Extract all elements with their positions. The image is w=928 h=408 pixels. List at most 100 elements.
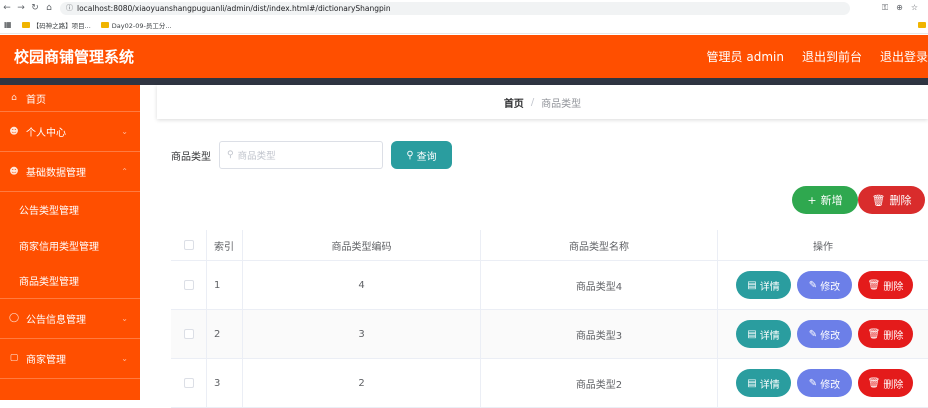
bookmark-item[interactable]: 【码神之路】项目... [21,20,91,30]
detail-icon: ▤ [747,279,757,291]
edit-button[interactable]: ✎ 修改 [797,271,852,299]
query-button-label: 查询 [416,151,437,163]
row-checkbox[interactable] [183,280,194,290]
delete-button-label: 删除 [889,194,912,207]
bookmark-favicon-icon [21,21,30,28]
search-icon: ⚲ [406,149,414,161]
delete-button[interactable]: 🗑 删除 [858,271,913,299]
edit-icon: ✎ [808,279,818,291]
sidebar-item-merchant[interactable]: ▢ 商家管理 ⌄ [0,339,140,379]
sidebar-item-label: 商家信用类型管理 [19,241,99,253]
trash-icon: 🗑 [867,377,881,389]
row-checkbox[interactable] [183,329,194,339]
add-button-label: 新增 [820,194,843,207]
sidebar-item-label: 商家管理 [26,354,66,366]
detail-label: 详情 [759,281,780,293]
product-type-table: 索引 商品类型编码 商品类型名称 操作 1 4 商品类型4 ▤ 详情 ✎ 修改 🗑 删… [171,230,928,408]
row-name: 商品类型3 [481,310,718,358]
table-row: 2 3 商品类型3 ▤ 详情 ✎ 修改 🗑 删除 [171,310,928,359]
sidebar-item-label: 基础数据管理 [26,168,86,179]
delete-button[interactable]: 🗑 删除 [858,369,913,397]
column-header: 索引 [207,230,243,260]
info-icon[interactable]: ⓘ [66,3,73,13]
chevron-down-icon: ⌄ [121,353,128,363]
row-code: 4 [243,261,481,309]
folder-icon[interactable] [918,21,926,28]
exit-to-front-link[interactable]: 退出到前台 [802,48,862,65]
app-header: 校园商铺管理系统 管理员 admin 退出到前台 退出登录 [0,35,928,78]
bookmark-item[interactable]: Day02-09-员工分... [100,20,172,30]
row-code: 3 [243,310,481,358]
column-header: 商品类型编码 [243,230,481,260]
sidebar-item-notice-info[interactable]: ◯ 公告信息管理 ⌄ [0,299,140,339]
edit-button[interactable]: ✎ 修改 [797,320,852,348]
sidebar-item-personal-center[interactable]: ☻ 个人中心 ⌄ [0,112,140,152]
delete-button[interactable]: 🗑 删除 [858,320,913,348]
back-icon[interactable]: ← [0,3,14,13]
batch-delete-button[interactable]: 🗑 删除 [858,186,925,214]
search-input[interactable]: ⚲ 商品类型 [219,141,383,169]
edit-icon: ✎ [808,328,818,340]
detail-icon: ▤ [747,377,757,389]
sidebar-item-label: 公告信息管理 [26,314,86,326]
edit-label: 修改 [820,281,841,293]
edit-button[interactable]: ✎ 修改 [797,369,852,397]
search-label: 商品类型 [171,151,211,163]
edit-label: 修改 [820,330,841,342]
forward-icon[interactable]: → [14,3,28,13]
search-placeholder: 商品类型 [237,151,276,162]
home-icon[interactable]: ⌂ [42,3,56,13]
sidebar-item-label: 公告类型管理 [19,206,79,218]
column-header: 操作 [813,241,833,253]
search-form: 商品类型 ⚲ 商品类型 ⚲ 查询 [171,141,452,169]
sidebar-item-notice-type[interactable]: 公告类型管理 [0,192,140,228]
home-icon: ⌂ [11,93,17,103]
url-text: localhost:8080/xiaoyuanshangpuguanli/adm… [77,3,391,13]
detail-label: 详情 [759,330,780,342]
sidebar-item-label: 首页 [26,94,46,106]
apps-icon[interactable]: ▦ [4,20,12,29]
star-icon[interactable]: ☆ [911,3,918,13]
chevron-down-icon: ⌄ [121,127,128,136]
key-icon[interactable]: ⚿ [882,3,888,13]
delete-label: 删除 [883,379,904,391]
sidebar-item-merchant-credit-type[interactable]: 商家信用类型管理 [0,228,140,264]
sidebar: ⌂ 首页 ☻ 个人中心 ⌄ ☻ 基础数据管理 ⌃ 公告类型管理 商家信用类型管理… [0,85,140,400]
app-title: 校园商铺管理系统 [14,48,135,66]
sidebar-item-product-type[interactable]: 商品类型管理 [0,263,140,299]
bookmark-label: Day02-09-员工分... [111,21,172,30]
query-button[interactable]: ⚲ 查询 [391,141,452,169]
bookmarks-bar: ▦ 【码神之路】项目... Day02-09-员工分... [0,16,928,34]
breadcrumb-separator: / [530,96,535,108]
detail-label: 详情 [759,379,780,391]
edit-icon: ✎ [808,377,818,389]
breadcrumb-home[interactable]: 首页 [504,95,524,110]
row-checkbox[interactable] [183,378,194,388]
clock-icon: ◯ [8,313,20,323]
trash-icon: 🗑 [867,328,881,340]
add-button[interactable]: + 新增 [792,186,858,214]
plus-icon: + [807,193,817,207]
sidebar-item-home[interactable]: ⌂ 首页 [0,85,140,112]
row-index: 2 [207,310,243,358]
trash-icon: 🗑 [867,279,881,291]
user-icon: ☻ [9,126,19,137]
edit-label: 修改 [820,379,841,391]
detail-icon: ▤ [747,328,757,340]
detail-button[interactable]: ▤ 详情 [736,271,791,299]
detail-button[interactable]: ▤ 详情 [736,320,791,348]
search-icon: ⚲ [227,150,234,160]
trash-icon: 🗑 [871,193,886,207]
logout-link[interactable]: 退出登录 [880,48,928,65]
table-row: 3 2 商品类型2 ▤ 详情 ✎ 修改 🗑 删除 [171,359,928,408]
zoom-icon[interactable]: ⊕ [896,3,903,13]
table-header-row: 索引 商品类型编码 商品类型名称 操作 [171,230,928,261]
user-name: 管理员 admin [706,50,784,64]
reload-icon[interactable]: ↻ [28,3,42,13]
delete-label: 删除 [883,281,904,293]
select-all-checkbox[interactable] [183,240,194,250]
user-icon: ☻ [9,166,19,177]
address-bar[interactable]: ⓘ localhost:8080/xiaoyuanshangpuguanli/a… [60,1,850,15]
sidebar-item-basic-data[interactable]: ☻ 基础数据管理 ⌃ [0,152,140,192]
detail-button[interactable]: ▤ 详情 [736,369,791,397]
